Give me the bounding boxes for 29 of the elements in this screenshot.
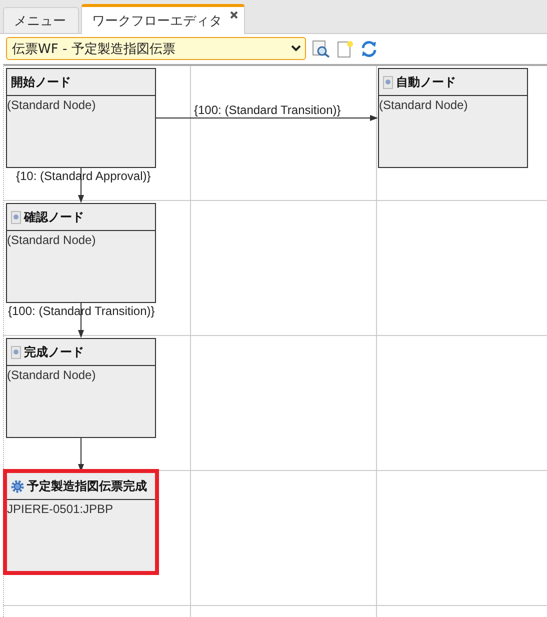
node-description: (Standard Node) xyxy=(379,97,469,112)
workflow-node[interactable]: 自動ノード (Standard Node) xyxy=(378,68,528,168)
refresh-icon[interactable] xyxy=(360,40,378,58)
node-description: (Standard Node) xyxy=(7,232,97,247)
node-icon xyxy=(383,76,393,88)
node-icon xyxy=(11,210,21,224)
dropdown-caret-icon xyxy=(291,45,301,52)
workflow-node[interactable]: 完成ノード (Standard Node) xyxy=(6,338,156,438)
workflow-node[interactable]: 予定製造指図伝票完成 JPIERE-0501:JPBP xyxy=(3,469,159,575)
node-icon xyxy=(11,346,21,358)
tab[interactable]: メニュー xyxy=(3,7,79,33)
node-title: 開始ノード xyxy=(11,74,71,90)
workflow-node[interactable]: 確認ノード (Standard Node) xyxy=(6,203,156,303)
transition-arrow xyxy=(78,438,84,472)
node-description: JPIERE-0501:JPBP xyxy=(7,501,114,516)
zoom-icon[interactable] xyxy=(312,40,330,58)
tab[interactable]: ワークフローエディタ xyxy=(81,4,245,34)
workflow-node[interactable]: 開始ノード (Standard Node) xyxy=(6,68,156,168)
workflow-select[interactable]: 伝票WF - 予定製造指図伝票 xyxy=(6,37,306,60)
transition-label: {100: (Standard Transition)} xyxy=(194,103,341,117)
node-title: 自動ノード xyxy=(396,74,456,90)
node-description: (Standard Node) xyxy=(7,367,97,382)
node-description: (Standard Node) xyxy=(7,97,97,112)
node-title: 確認ノード xyxy=(24,208,84,226)
node-title: 予定製造指図伝票完成 xyxy=(27,478,147,494)
new-document-icon[interactable] xyxy=(336,40,354,58)
close-icon[interactable] xyxy=(230,11,238,19)
gear-icon xyxy=(11,480,24,492)
node-title: 完成ノード xyxy=(24,344,84,360)
